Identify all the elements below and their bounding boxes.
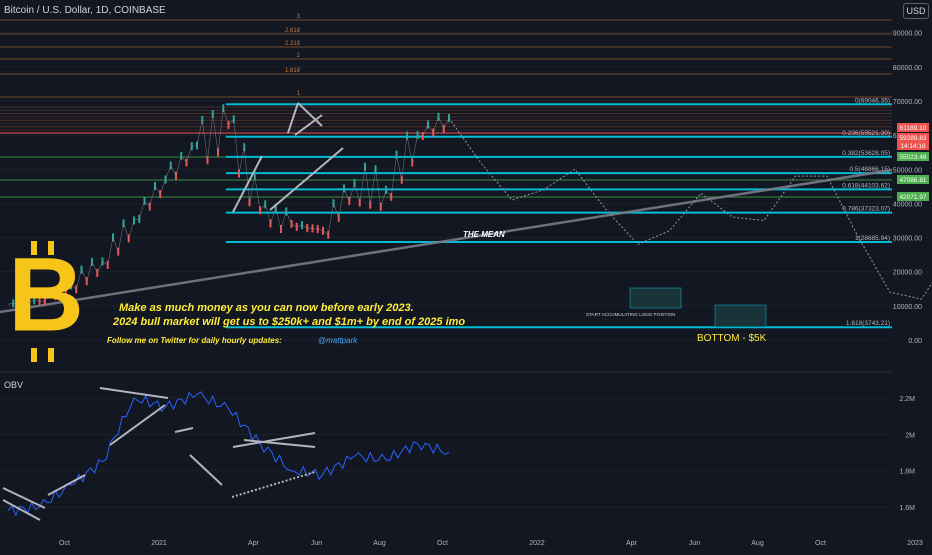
bottom-label: BOTTOM - $5K (697, 333, 767, 344)
price-tag-label: 55023.46 (899, 154, 926, 161)
annotation-line1: Make as much money as you can now before… (119, 302, 414, 314)
x-tick-label: 2021 (151, 540, 167, 547)
upper-fib-label: 1.618 (285, 68, 301, 74)
y-tick-label: 20000.00 (893, 270, 922, 277)
currency-button[interactable]: USD (903, 3, 929, 19)
pattern-line (294, 114, 323, 136)
x-tick-label: Aug (373, 540, 386, 547)
x-tick-label: Apr (248, 540, 260, 547)
x-tick-label: 2022 (529, 540, 545, 547)
obv-pattern-line (47, 474, 86, 496)
annotation-line2: 2024 bull market will get us to $250k+ a… (112, 316, 465, 328)
y-tick-label: 10000.00 (893, 304, 922, 311)
x-tick-label: Aug (751, 540, 764, 547)
y-tick-label: 30000.00 (893, 236, 922, 243)
upper-fib-label: 2.618 (285, 28, 301, 34)
bitcoin-logo-bar (31, 348, 37, 362)
fib-level-label: 0.382(53628.05) (842, 150, 890, 157)
fib-level-label: 0.618(44103.62) (842, 182, 890, 189)
obv-line (7, 391, 450, 517)
bottom-box (714, 304, 767, 328)
fib-level-label: 0.786(37323.07) (842, 206, 890, 213)
the-mean-label: THE MEAN (463, 230, 505, 239)
bitcoin-logo-bar (48, 241, 54, 255)
twitter-handle: @mattpark (318, 336, 358, 345)
obv-y-tick-label: 2.2M (899, 396, 915, 403)
obv-pattern-line (99, 387, 169, 399)
x-tick-label: Apr (626, 540, 638, 547)
price-tag-label: 14:14:16 (900, 143, 926, 150)
bitcoin-logo-bar (48, 348, 54, 362)
trend-line (0, 168, 893, 314)
price-tag-label: 47086.81 (899, 177, 926, 184)
accumulate-label: START ACCUMULATING LONG POSITION (586, 312, 676, 317)
twitter-prompt: Follow me on Twitter for daily hourly up… (107, 336, 282, 345)
obv-y-tick-label: 1.6M (899, 505, 915, 512)
x-tick-label: Jun (689, 540, 700, 547)
fib-level-label: 0(69046.35) (855, 97, 890, 104)
x-tick-label: 2023 (907, 540, 923, 547)
fib-level-label: 0.236(59521.30) (842, 130, 890, 137)
obv-pattern-line (174, 427, 194, 433)
bitcoin-logo: B (8, 237, 84, 362)
obv-pattern-line (109, 404, 166, 446)
y-tick-label: 0.00 (908, 338, 922, 345)
symbol-title[interactable]: Bitcoin / U.S. Dollar, 1D, COINBASE (4, 5, 166, 16)
obv-pane-title[interactable]: OBV (4, 380, 23, 390)
y-tick-label: 90000.00 (893, 31, 922, 38)
obv-y-tick-label: 1.8M (899, 469, 915, 476)
accumulation-box (629, 287, 682, 309)
bitcoin-logo-glyph: B (8, 237, 84, 354)
x-tick-label: Oct (815, 540, 826, 547)
y-tick-label: 80000.00 (893, 65, 922, 72)
y-tick-label: 50000.00 (893, 167, 922, 174)
obv-pattern-line (231, 471, 316, 498)
chart-stage[interactable]: 90000.0080000.0070000.0060000.0050000.00… (0, 0, 932, 550)
obv-y-tick-label: 2M (905, 432, 915, 439)
price-tag-label: 42071.97 (899, 194, 926, 201)
projection-path (448, 117, 932, 300)
bitcoin-logo-bar (31, 241, 37, 255)
x-tick-label: Jun (311, 540, 322, 547)
pattern-line (297, 102, 323, 127)
price-tag-label: 59289.83 (899, 135, 926, 142)
obv-pattern-line (189, 454, 223, 486)
chart-canvas[interactable]: 90000.0080000.0070000.0060000.0050000.00… (0, 0, 932, 550)
price-tag-label: 61189.10 (900, 125, 927, 132)
x-tick-label: Oct (59, 540, 70, 547)
upper-fib-label: 1 (297, 91, 301, 97)
obv-pattern-line (2, 487, 46, 509)
y-tick-label: 40000.00 (893, 201, 922, 208)
upper-fib-label: 3 (297, 14, 301, 20)
upper-fib-label: 2 (297, 53, 301, 59)
x-tick-label: Oct (437, 540, 448, 547)
pattern-line (287, 102, 299, 134)
y-tick-label: 70000.00 (893, 99, 922, 106)
fib-level-label: 1.618(3743.21) (846, 320, 890, 327)
upper-fib-label: 2.318 (285, 41, 301, 47)
